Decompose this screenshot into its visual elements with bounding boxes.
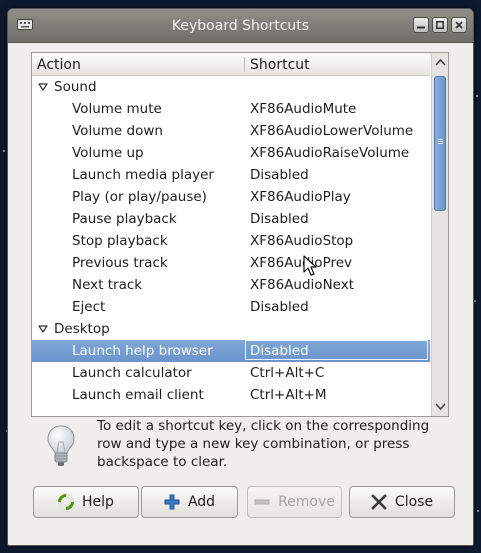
column-separator[interactable] [244,57,245,72]
close-button[interactable]: Close [349,486,455,518]
minimize-icon [417,26,425,29]
shortcut-row[interactable]: Launch help browser Disabled [32,340,430,362]
add-button[interactable]: Add [141,486,238,518]
action-label: Next track [72,277,143,293]
shortcut-value[interactable]: Disabled [250,167,309,183]
remove-button-label: Remove [278,494,335,510]
group-row[interactable]: Desktop [32,318,430,340]
action-label: Launch calculator [72,365,192,381]
shortcut-value[interactable]: XF86AudioStop [250,233,353,249]
close-icon [455,21,463,29]
action-label: Volume up [72,145,144,161]
x-icon [371,494,387,510]
shortcuts-tree[interactable]: Action Shortcut Sound Volume mute XF86Audi… [31,52,449,417]
shortcut-row[interactable]: Previous track XF86AudioPrev [32,252,430,274]
column-header: Action Shortcut [32,53,430,76]
close-button-label: Close [394,494,434,510]
minimize-button[interactable] [413,17,429,33]
action-label: Play (or play/pause) [72,189,207,205]
plus-icon [164,494,180,510]
shortcut-value[interactable]: Disabled [250,211,309,227]
action-column-header[interactable]: Action [37,57,81,73]
lightbulb-icon [47,425,75,466]
group-label: Desktop [54,321,110,337]
scroll-thumb[interactable] [434,76,446,211]
shortcut-row[interactable]: Stop playback XF86AudioStop [32,230,430,252]
group-label: Sound [54,79,97,95]
shortcut-row[interactable]: Volume mute XF86AudioMute [32,98,430,120]
action-label: Launch help browser [72,343,213,359]
maximize-button[interactable] [432,17,448,33]
action-label: Volume down [72,123,163,139]
shortcut-column-header[interactable]: Shortcut [250,57,310,73]
shortcut-row[interactable]: Launch calculator Ctrl+Alt+C [32,362,430,384]
shortcut-value[interactable]: Ctrl+Alt+C [250,365,324,381]
maximize-icon [436,21,444,29]
action-label: Stop playback [72,233,168,249]
shortcut-row[interactable]: Eject Disabled [32,296,430,318]
close-window-button[interactable] [451,17,467,33]
expander-triangle-icon[interactable] [38,325,48,333]
vertical-scrollbar[interactable] [431,53,448,416]
action-label: Volume mute [72,101,162,117]
shortcut-value[interactable]: Disabled [250,299,309,315]
shortcut-value[interactable]: Ctrl+Alt+M [250,387,327,403]
window-title: Keyboard Shortcuts [171,18,310,34]
action-label: Eject [72,299,106,315]
title-bar[interactable]: Keyboard Shortcuts [8,9,473,43]
scroll-down-icon[interactable] [435,402,446,411]
keyboard-shortcuts-window: Keyboard Shortcuts Action Shortcut Sound… [7,8,474,546]
scroll-up-icon[interactable] [435,58,446,67]
help-button[interactable]: Help [33,486,139,518]
shortcut-value[interactable]: XF86AudioMute [250,101,356,117]
remove-button[interactable]: Remove [247,486,342,518]
minus-icon [254,499,270,505]
shortcut-value[interactable]: Disabled [250,343,309,359]
shortcut-value[interactable]: XF86AudioPrev [250,255,352,271]
group-row[interactable]: Sound [32,76,430,98]
shortcut-row[interactable]: Next track XF86AudioNext [32,274,430,296]
shortcut-value[interactable]: XF86AudioNext [250,277,354,293]
shortcut-value[interactable]: XF86AudioRaiseVolume [250,145,409,161]
lifebuoy-icon [58,494,75,510]
shortcut-row[interactable]: Volume up XF86AudioRaiseVolume [32,142,430,164]
hint-text: To edit a shortcut key, click on the cor… [97,418,430,470]
shortcut-row[interactable]: Launch media player Disabled [32,164,430,186]
shortcut-value[interactable]: XF86AudioLowerVolume [250,123,413,139]
add-button-label: Add [187,494,216,510]
help-button-label: Help [82,494,114,510]
shortcut-row[interactable]: Pause playback Disabled [32,208,430,230]
action-label: Launch email client [72,387,204,403]
expander-triangle-icon[interactable] [38,83,48,91]
mouse-pointer-icon [303,255,317,276]
shortcut-row[interactable]: Play (or play/pause) XF86AudioPlay [32,186,430,208]
shortcut-value[interactable]: XF86AudioPlay [250,189,351,205]
action-label: Pause playback [72,211,177,227]
action-label: Previous track [72,255,168,271]
action-label: Launch media player [72,167,214,183]
shortcut-row[interactable]: Volume down XF86AudioLowerVolume [32,120,430,142]
shortcut-row[interactable]: Launch email client Ctrl+Alt+M [32,384,430,406]
